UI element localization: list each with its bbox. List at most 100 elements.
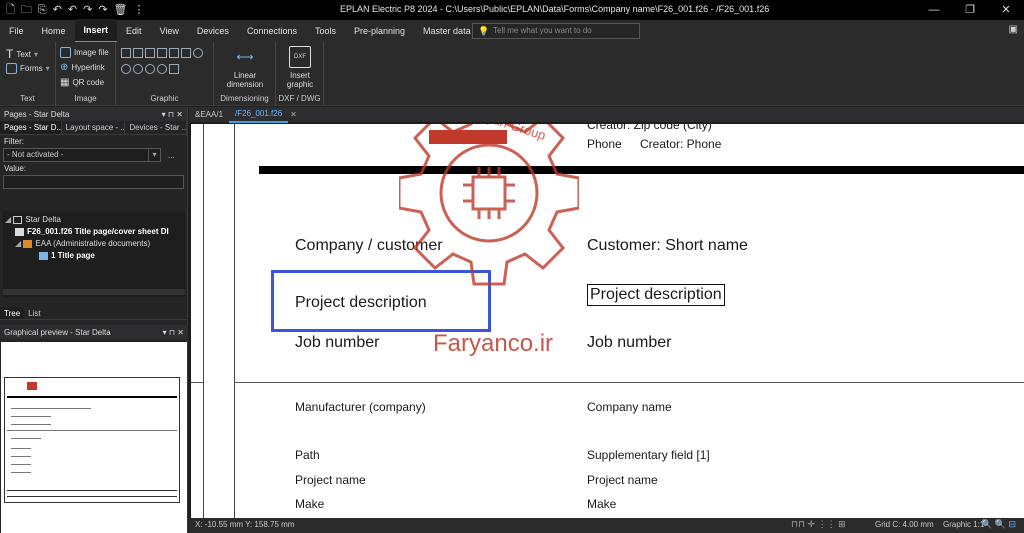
forms-icon	[6, 63, 17, 74]
tree-item-subpage[interactable]: 1 Title page	[39, 251, 95, 260]
project-name-label: Project name	[295, 473, 366, 487]
tab-list[interactable]: List	[24, 307, 44, 319]
graphic-shapes-gallery	[120, 47, 204, 79]
sheet-border-left	[203, 124, 204, 518]
filter-select[interactable]: - Not activated - ▾	[3, 148, 161, 162]
close-icon[interactable]: ✕	[988, 0, 1024, 20]
tree-item-page[interactable]: F26_001.f26 Title page/cover sheet DI	[15, 227, 169, 236]
ribbon-group-label: Graphic	[150, 94, 179, 103]
tree-item-structure[interactable]: ◢ EAA (Administrative documents)	[15, 239, 150, 248]
image-icon	[60, 47, 71, 58]
menu-file[interactable]: File	[0, 20, 33, 42]
ribbon-group-label: Dimensioning	[220, 94, 269, 103]
close-tab-icon[interactable]: ✕	[288, 107, 299, 122]
new-icon[interactable]: 🗋	[6, 4, 15, 16]
undo-icon[interactable]: ↶	[53, 4, 62, 16]
menu-tools[interactable]: Tools	[306, 20, 345, 42]
tab-pages[interactable]: Pages - Star D...	[0, 121, 62, 134]
redo-dropdown-icon[interactable]: ↷	[98, 4, 107, 16]
ribbon-group-dimensioning: ⟷ Linear dimension Dimensioning	[214, 42, 276, 106]
polygon-icon[interactable]	[145, 48, 155, 58]
forms-button[interactable]: Forms ▾	[6, 63, 50, 74]
menu-connections[interactable]: Connections	[238, 20, 306, 42]
chevron-down-icon: ▾	[148, 149, 160, 161]
restore-icon[interactable]: ❐	[952, 0, 988, 20]
filter-more-button[interactable]: ...	[168, 151, 175, 160]
circle-icon[interactable]	[193, 48, 203, 58]
tab-f26-001[interactable]: /F26_001.f26	[229, 106, 289, 123]
polyline-icon[interactable]	[133, 48, 143, 58]
rounded-rectangle-icon[interactable]	[181, 48, 191, 58]
graphical-preview	[1, 342, 187, 533]
tab-tree[interactable]: Tree	[0, 307, 25, 319]
title-bar: 🗋 🗀 ⎘ ↶ ↶ ↷ ↷ 🗑 ⋮ EPLAN Electric P8 2024…	[0, 0, 1024, 20]
navigator-tabs: Pages - Star D... Layout space - ... Dev…	[0, 121, 187, 135]
creator-phone-text: Creator: Phone	[640, 137, 722, 151]
open-icon[interactable]: 🗀	[21, 4, 32, 16]
path-label: Path	[295, 448, 320, 462]
linear-dimension-icon: ⟷	[236, 49, 254, 64]
document-area: &EAA/1 /F26_001.f26 ✕ Creator: Zip code …	[189, 107, 1024, 518]
ribbon-options-icon[interactable]: ▣	[1009, 24, 1018, 35]
company-name-field: Company name	[587, 400, 672, 414]
panel-controls[interactable]: ▾ ⊓ ✕	[162, 110, 183, 119]
redo-icon[interactable]: ↷	[83, 4, 92, 16]
image-file-button[interactable]: Image file	[60, 47, 109, 58]
hyperlink-button[interactable]: ⊕ Hyperlink	[60, 62, 105, 73]
watermark-gear-icon	[399, 124, 579, 286]
tree-item-project[interactable]: ◢ Star Delta	[5, 215, 61, 224]
dxf-file-icon: DXF	[289, 46, 311, 68]
pages-panel-header: Pages - Star Delta ▾ ⊓ ✕	[0, 107, 187, 121]
title-page-sheet[interactable]: Creator: Zip code (City) Phone Creator: …	[191, 124, 1024, 518]
menu-edit[interactable]: Edit	[117, 20, 151, 42]
supplementary-field: Supplementary field [1]	[587, 448, 710, 462]
line-icon[interactable]	[121, 48, 131, 58]
window-title: EPLAN Electric P8 2024 - C:\Users\Public…	[340, 4, 770, 14]
ribbon-group-label: DXF / DWG	[278, 94, 321, 103]
save-icon[interactable]: ⎘	[38, 4, 47, 16]
sector-icon[interactable]	[145, 64, 155, 74]
grid-readout[interactable]: Grid C: 4.00 mm	[875, 520, 934, 529]
menu-view[interactable]: View	[151, 20, 188, 42]
qr-code-button[interactable]: ▦ QR code	[60, 77, 104, 88]
project-name-field: Project name	[587, 473, 658, 487]
menu-home[interactable]: Home	[33, 20, 75, 42]
sheet-icon	[39, 251, 48, 260]
arc-three-point-icon[interactable]	[133, 64, 143, 74]
linear-dimension-button[interactable]: ⟷ Linear dimension	[220, 46, 270, 90]
value-input[interactable]	[3, 175, 184, 189]
ribbon-group-label: Text	[20, 94, 35, 103]
snap-icons[interactable]: ⊓⊓ ✛ ⋮⋮ ⊞	[791, 519, 846, 530]
text-button[interactable]: T Text ▾	[6, 47, 38, 61]
tab-eaa-1[interactable]: &EAA/1	[189, 107, 229, 122]
filter-row: - Not activated - ▾ ...	[0, 148, 187, 162]
spline-icon[interactable]	[169, 64, 179, 74]
insert-graphic-button[interactable]: DXF Insert graphic	[278, 46, 322, 89]
minimize-icon[interactable]: —	[916, 0, 952, 20]
border-tick	[191, 382, 203, 383]
undo-dropdown-icon[interactable]: ↶	[68, 4, 77, 16]
graphic-scale-readout[interactable]: Graphic 1:1	[943, 520, 984, 529]
menu-insert[interactable]: Insert	[74, 19, 118, 43]
panel-controls[interactable]: ▾ ⊓ ✕	[163, 328, 184, 337]
rectangle-icon[interactable]	[157, 48, 167, 58]
preview-panel-header: Graphical preview - Star Delta ▾ ⊓ ✕	[0, 325, 188, 339]
status-bar: X: -10.55 mm Y: 158.75 mm ⊓⊓ ✛ ⋮⋮ ⊞ Grid…	[189, 518, 1024, 533]
project-description-field[interactable]: Project description	[587, 284, 725, 306]
menu-master-data[interactable]: Master data	[414, 20, 480, 42]
zoom-icons[interactable]: 🔍 🔍 ⊟	[981, 519, 1016, 530]
job-number-label: Job number	[295, 334, 380, 351]
tab-layout-space[interactable]: Layout space - ...	[62, 121, 126, 134]
tell-me-search[interactable]: 💡 Tell me what you want to do	[472, 23, 640, 39]
menu-devices[interactable]: Devices	[188, 20, 238, 42]
menu-pre-planning[interactable]: Pre-planning	[345, 20, 414, 42]
tree-scrollbar[interactable]	[3, 289, 185, 295]
ellipse-icon[interactable]	[157, 64, 167, 74]
tree-list-tabs: Tree List	[0, 307, 188, 320]
square-icon[interactable]	[169, 48, 179, 58]
tab-devices[interactable]: Devices - Star ...	[125, 121, 187, 134]
more-icon[interactable]: ⋮	[134, 4, 145, 16]
delete-icon[interactable]: 🗑	[114, 4, 128, 16]
arc-icon[interactable]	[121, 64, 131, 74]
page-icon	[15, 227, 24, 236]
